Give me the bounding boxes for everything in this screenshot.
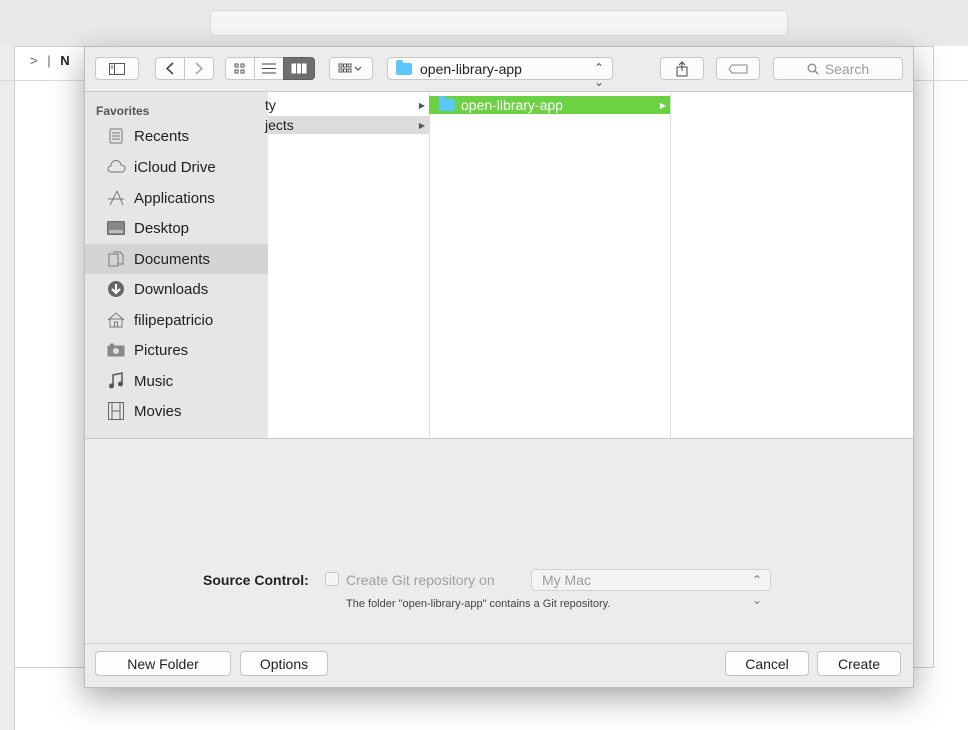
cloud-icon (106, 158, 126, 176)
file-browser: Favorites Recents iCloud Drive Applicati… (85, 91, 913, 439)
sidebar-item-label: filipepatricio (134, 311, 214, 329)
column-view-button[interactable] (283, 57, 315, 80)
sidebar-section-favorites: Favorites (96, 104, 150, 118)
disclosure-triangle-icon: ▶ (418, 100, 425, 110)
path-popup[interactable]: open-library-app ⌃ ⌄ (387, 57, 613, 89)
sidebar-item-recents[interactable]: Recents (85, 121, 268, 151)
new-folder-button[interactable]: New Folder (95, 651, 231, 676)
sidebar-item-label: iCloud Drive (134, 158, 216, 176)
tag-icon (728, 64, 748, 74)
source-control-label: Source Control: (203, 572, 309, 588)
create-button[interactable]: Create (817, 651, 901, 676)
sidebar-item-movies[interactable]: Movies (85, 396, 268, 426)
search-field[interactable]: Search (773, 57, 903, 80)
sidebar-item-label: Pictures (134, 341, 189, 359)
share-button[interactable] (660, 57, 704, 80)
list-item[interactable]: open-library-app ▶ (429, 96, 670, 114)
gallery-view-button[interactable] (329, 57, 373, 80)
chevron-left-icon (166, 62, 174, 75)
back-button[interactable] (155, 57, 185, 80)
list-item-label: jects (265, 117, 294, 133)
list-item-label: ty (265, 97, 276, 113)
sidebar-toggle-button[interactable] (95, 57, 139, 80)
search-placeholder: Search (824, 60, 870, 77)
tag-button[interactable] (716, 57, 760, 80)
git-location-popup[interactable]: My Mac ⌃ ⌄ (531, 569, 771, 607)
browser-column-1: ty ▶ jects ▶ (265, 92, 430, 438)
forward-button[interactable] (184, 57, 214, 80)
applications-icon (106, 189, 126, 207)
path-popup-label: open-library-app (420, 60, 522, 77)
save-dialog: open-library-app ⌃ ⌄ Search Favorites Rec (84, 46, 914, 688)
search-icon (807, 63, 819, 75)
sidebar-item-label: Downloads (134, 280, 209, 298)
list-view-icon (262, 63, 276, 74)
chevron-right-icon (195, 62, 203, 75)
background-window-edge (0, 46, 15, 730)
sidebar-item-label: Recents (134, 127, 190, 145)
list-item-label: open-library-app (461, 97, 563, 113)
icon-view-button[interactable] (225, 57, 255, 80)
dialog-toolbar: open-library-app ⌃ ⌄ Search (85, 47, 913, 91)
sidebar-item-pictures[interactable]: Pictures (85, 335, 268, 365)
sidebar-item-desktop[interactable]: Desktop (85, 213, 268, 243)
sidebar-item-applications[interactable]: Applications (85, 183, 268, 213)
sidebar-item-label: Movies (134, 402, 182, 420)
sidebar-item-icloud-drive[interactable]: iCloud Drive (85, 152, 268, 182)
gallery-view-icon (338, 63, 364, 75)
list-item[interactable]: ty ▶ (265, 96, 429, 114)
background-breadcrumb-separator: | (47, 53, 51, 68)
background-breadcrumb: > | N (30, 53, 76, 68)
folder-icon (439, 96, 455, 111)
git-note: The folder "open-library-app" contains a… (346, 598, 611, 610)
sidebar-item-label: Desktop (134, 219, 190, 237)
share-icon (676, 60, 688, 77)
disclosure-triangle-icon: ▶ (418, 120, 425, 130)
updown-chevron-icon: ⌃ ⌄ (593, 61, 604, 89)
sidebar-icon (109, 62, 125, 75)
column-view-icon (291, 63, 307, 74)
background-titlebar (0, 0, 968, 46)
icon-view-icon (234, 63, 246, 75)
background-breadcrumb-chevron[interactable]: > (30, 53, 38, 68)
options-button[interactable]: Options (240, 651, 328, 676)
desktop-icon (106, 219, 126, 237)
sidebar-item-label: Documents (134, 250, 210, 268)
create-git-checkbox[interactable] (325, 572, 339, 586)
sidebar-item-downloads[interactable]: Downloads (85, 274, 268, 304)
sidebar-item-label: Music (134, 372, 174, 390)
cancel-button[interactable]: Cancel (725, 651, 809, 676)
camera-icon (106, 341, 126, 359)
sidebar: Favorites Recents iCloud Drive Applicati… (85, 92, 268, 438)
sidebar-item-label: Applications (134, 189, 215, 207)
sidebar-item-documents[interactable]: Documents (85, 244, 268, 274)
recents-icon (106, 127, 126, 145)
sidebar-item-home[interactable]: filipepatricio (85, 305, 268, 335)
music-icon (106, 372, 126, 390)
disclosure-triangle-icon: ▶ (659, 100, 666, 110)
git-location-value: My Mac (542, 572, 591, 588)
background-activity-pill (210, 10, 788, 36)
movies-icon (106, 402, 126, 420)
browser-column-3 (670, 92, 913, 438)
folder-icon (396, 59, 412, 75)
documents-icon (106, 250, 126, 268)
list-item[interactable]: jects ▶ (265, 116, 429, 134)
downloads-icon (106, 280, 126, 298)
sidebar-item-music[interactable]: Music (85, 366, 268, 396)
list-view-button[interactable] (254, 57, 284, 80)
bottom-divider (85, 643, 913, 644)
create-git-label: Create Git repository on (346, 572, 495, 588)
browser-column-2: open-library-app ▶ (429, 92, 671, 438)
background-breadcrumb-text: N (60, 53, 70, 68)
updown-chevron-icon: ⌃ ⌄ (751, 573, 762, 607)
home-icon (106, 311, 126, 329)
